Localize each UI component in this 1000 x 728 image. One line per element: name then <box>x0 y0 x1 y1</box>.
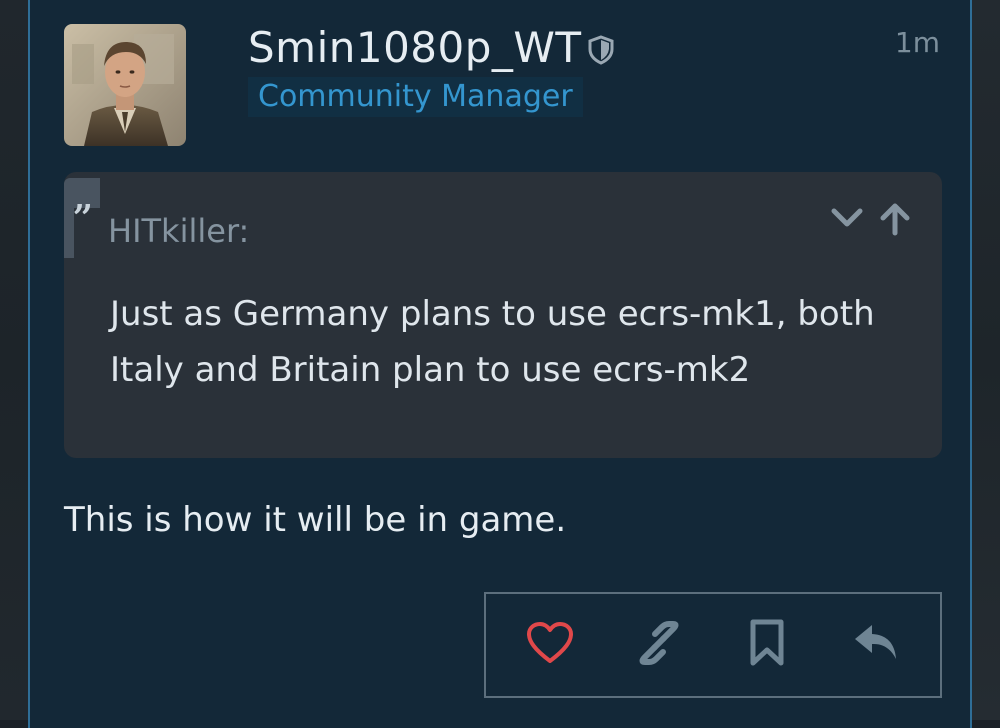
post-timestamp[interactable]: 1m <box>895 26 940 59</box>
quote-accent-bar <box>64 208 74 258</box>
username[interactable]: Smin1080p_WT <box>248 22 582 74</box>
quote-block: ,, HITkiller: Just as Germany plans to u… <box>64 172 942 458</box>
link-icon <box>635 619 683 671</box>
chevron-down-icon[interactable] <box>830 202 864 240</box>
reply-icon <box>852 621 900 669</box>
post-actions <box>484 592 942 698</box>
copy-link-button[interactable] <box>629 615 689 675</box>
bookmark-button[interactable] <box>737 615 797 675</box>
quote-icon: ,, <box>64 178 100 217</box>
page-background-left <box>0 0 28 720</box>
avatar[interactable] <box>64 24 186 146</box>
quote-controls <box>830 202 912 240</box>
shield-icon <box>586 34 616 66</box>
user-title-badge[interactable]: Community Manager <box>248 77 583 117</box>
reply-button[interactable] <box>846 615 906 675</box>
post-body: This is how it will be in game. <box>64 500 567 540</box>
arrow-up-icon[interactable] <box>878 202 912 240</box>
quote-author: HITkiller: <box>108 212 250 250</box>
quote-text: Just as Germany plans to use ecrs-mk1, b… <box>110 294 875 390</box>
like-button[interactable] <box>520 615 580 675</box>
bookmark-icon <box>747 619 787 671</box>
heart-icon <box>526 621 574 669</box>
forum-post: Smin1080p_WT Community Manager 1m ,, HIT… <box>28 0 972 728</box>
page-background-right <box>972 0 1000 720</box>
